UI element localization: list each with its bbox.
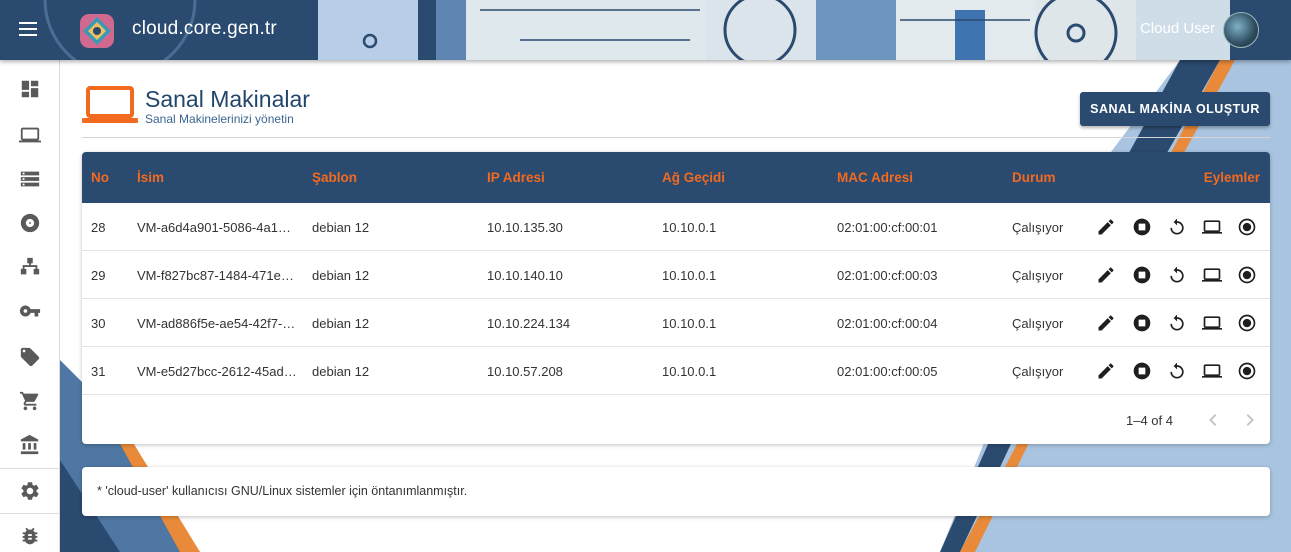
edit-icon[interactable] xyxy=(1096,265,1116,285)
cell-ip: 10.10.224.134 xyxy=(487,316,571,331)
avatar[interactable] xyxy=(1223,12,1259,48)
snapshot-icon[interactable] xyxy=(1237,361,1257,381)
cell-status: Çalışıyor xyxy=(1012,316,1064,331)
column-header-ip[interactable]: IP Adresi xyxy=(487,170,545,185)
user-name[interactable]: Cloud User xyxy=(1140,20,1215,37)
column-header-no[interactable]: No xyxy=(91,170,109,185)
chevron-right-icon[interactable] xyxy=(1238,408,1262,432)
cell-gateway: 10.10.0.1 xyxy=(662,316,717,331)
cell-gateway: 10.10.0.1 xyxy=(662,220,717,235)
storage-icon[interactable] xyxy=(0,157,59,201)
cell-template: debian 12 xyxy=(312,268,370,283)
snapshot-icon[interactable] xyxy=(1237,313,1257,333)
cell-mac: 02:01:00:cf:00:03 xyxy=(837,268,938,283)
snapshot-icon[interactable] xyxy=(1237,265,1257,285)
cell-ip: 10.10.140.10 xyxy=(487,268,563,283)
note-text: * 'cloud-user' kullanıcısı GNU/Linux sis… xyxy=(97,484,468,498)
column-header-gateway[interactable]: Ağ Geçidi xyxy=(662,170,725,185)
vm-table: No İsim Şablon IP Adresi Ağ Geçidi MAC A… xyxy=(82,152,1270,444)
edit-icon[interactable] xyxy=(1096,313,1116,333)
chevron-left-icon[interactable] xyxy=(1201,408,1225,432)
app-header: cloud.core.gen.tr Cloud User xyxy=(0,0,1291,60)
column-header-template[interactable]: Şablon xyxy=(312,170,357,185)
brand-logo xyxy=(80,14,114,48)
cell-status: Çalışıyor xyxy=(1012,220,1064,235)
edit-icon[interactable] xyxy=(1096,217,1116,237)
cart-icon[interactable] xyxy=(0,379,59,423)
cell-gateway: 10.10.0.1 xyxy=(662,364,717,379)
tag-icon[interactable] xyxy=(0,335,59,379)
cell-mac: 02:01:00:cf:00:05 xyxy=(837,364,938,379)
stop-icon[interactable] xyxy=(1132,313,1152,333)
console-icon[interactable] xyxy=(1202,265,1222,285)
cell-name: VM-ad886f5e-ae54-42f7-… xyxy=(137,316,296,331)
cell-name: VM-e5d27bcc-2612-45ad… xyxy=(137,364,297,379)
laptop-icon[interactable] xyxy=(0,113,59,157)
restart-icon[interactable] xyxy=(1167,265,1187,285)
cell-template: debian 12 xyxy=(312,364,370,379)
cell-no: 28 xyxy=(91,220,106,235)
restart-icon[interactable] xyxy=(1167,217,1187,237)
column-header-status[interactable]: Durum xyxy=(1012,170,1056,185)
cell-no: 31 xyxy=(91,364,106,379)
cell-mac: 02:01:00:cf:00:01 xyxy=(837,220,938,235)
key-icon[interactable] xyxy=(0,289,59,333)
dashboard-icon[interactable] xyxy=(0,67,59,111)
cell-ip: 10.10.135.30 xyxy=(487,220,563,235)
cell-name: VM-a6d4a901-5086-4a1… xyxy=(137,220,291,235)
column-header-actions: Eylemler xyxy=(1203,170,1260,185)
cell-status: Çalışıyor xyxy=(1012,268,1064,283)
cell-mac: 02:01:00:cf:00:04 xyxy=(837,316,938,331)
table-row: 31 VM-e5d27bcc-2612-45ad… debian 12 10.1… xyxy=(82,347,1270,395)
table-row: 28 VM-a6d4a901-5086-4a1… debian 12 10.10… xyxy=(82,203,1270,251)
info-note: * 'cloud-user' kullanıcısı GNU/Linux sis… xyxy=(82,467,1270,516)
bank-icon[interactable] xyxy=(0,423,59,467)
edit-icon[interactable] xyxy=(1096,361,1116,381)
console-icon[interactable] xyxy=(1202,313,1222,333)
column-header-name[interactable]: İsim xyxy=(137,170,164,185)
stop-icon[interactable] xyxy=(1132,361,1152,381)
stop-icon[interactable] xyxy=(1132,265,1152,285)
table-header: No İsim Şablon IP Adresi Ağ Geçidi MAC A… xyxy=(82,152,1270,203)
console-icon[interactable] xyxy=(1202,361,1222,381)
cell-template: debian 12 xyxy=(312,316,370,331)
cell-no: 30 xyxy=(91,316,106,331)
sidebar xyxy=(0,60,60,552)
stop-icon[interactable] xyxy=(1132,217,1152,237)
bug-icon[interactable] xyxy=(0,514,59,552)
brand-title: cloud.core.gen.tr xyxy=(132,18,277,39)
menu-icon[interactable] xyxy=(16,18,42,42)
column-header-mac[interactable]: MAC Adresi xyxy=(837,170,913,185)
disc-icon[interactable] xyxy=(0,201,59,245)
table-row: 30 VM-ad886f5e-ae54-42f7-… debian 12 10.… xyxy=(82,299,1270,347)
gear-icon[interactable] xyxy=(0,469,59,513)
network-icon[interactable] xyxy=(0,245,59,289)
page-subtitle: Sanal Makinelerinizi yönetin xyxy=(145,112,294,126)
cell-no: 29 xyxy=(91,268,106,283)
cell-template: debian 12 xyxy=(312,220,370,235)
laptop-title-icon xyxy=(82,86,138,123)
page-title: Sanal Makinalar xyxy=(145,86,310,112)
cell-status: Çalışıyor xyxy=(1012,364,1064,379)
pagination-range: 1–4 of 4 xyxy=(1126,413,1173,428)
restart-icon[interactable] xyxy=(1167,313,1187,333)
create-vm-button[interactable]: SANAL MAKİNA OLUŞTUR xyxy=(1080,92,1270,126)
table-row: 29 VM-f827bc87-1484-471e… debian 12 10.1… xyxy=(82,251,1270,299)
title-divider xyxy=(82,137,1270,138)
console-icon[interactable] xyxy=(1202,217,1222,237)
cell-gateway: 10.10.0.1 xyxy=(662,268,717,283)
cell-name: VM-f827bc87-1484-471e… xyxy=(137,268,294,283)
snapshot-icon[interactable] xyxy=(1237,217,1257,237)
cell-ip: 10.10.57.208 xyxy=(487,364,563,379)
restart-icon[interactable] xyxy=(1167,361,1187,381)
